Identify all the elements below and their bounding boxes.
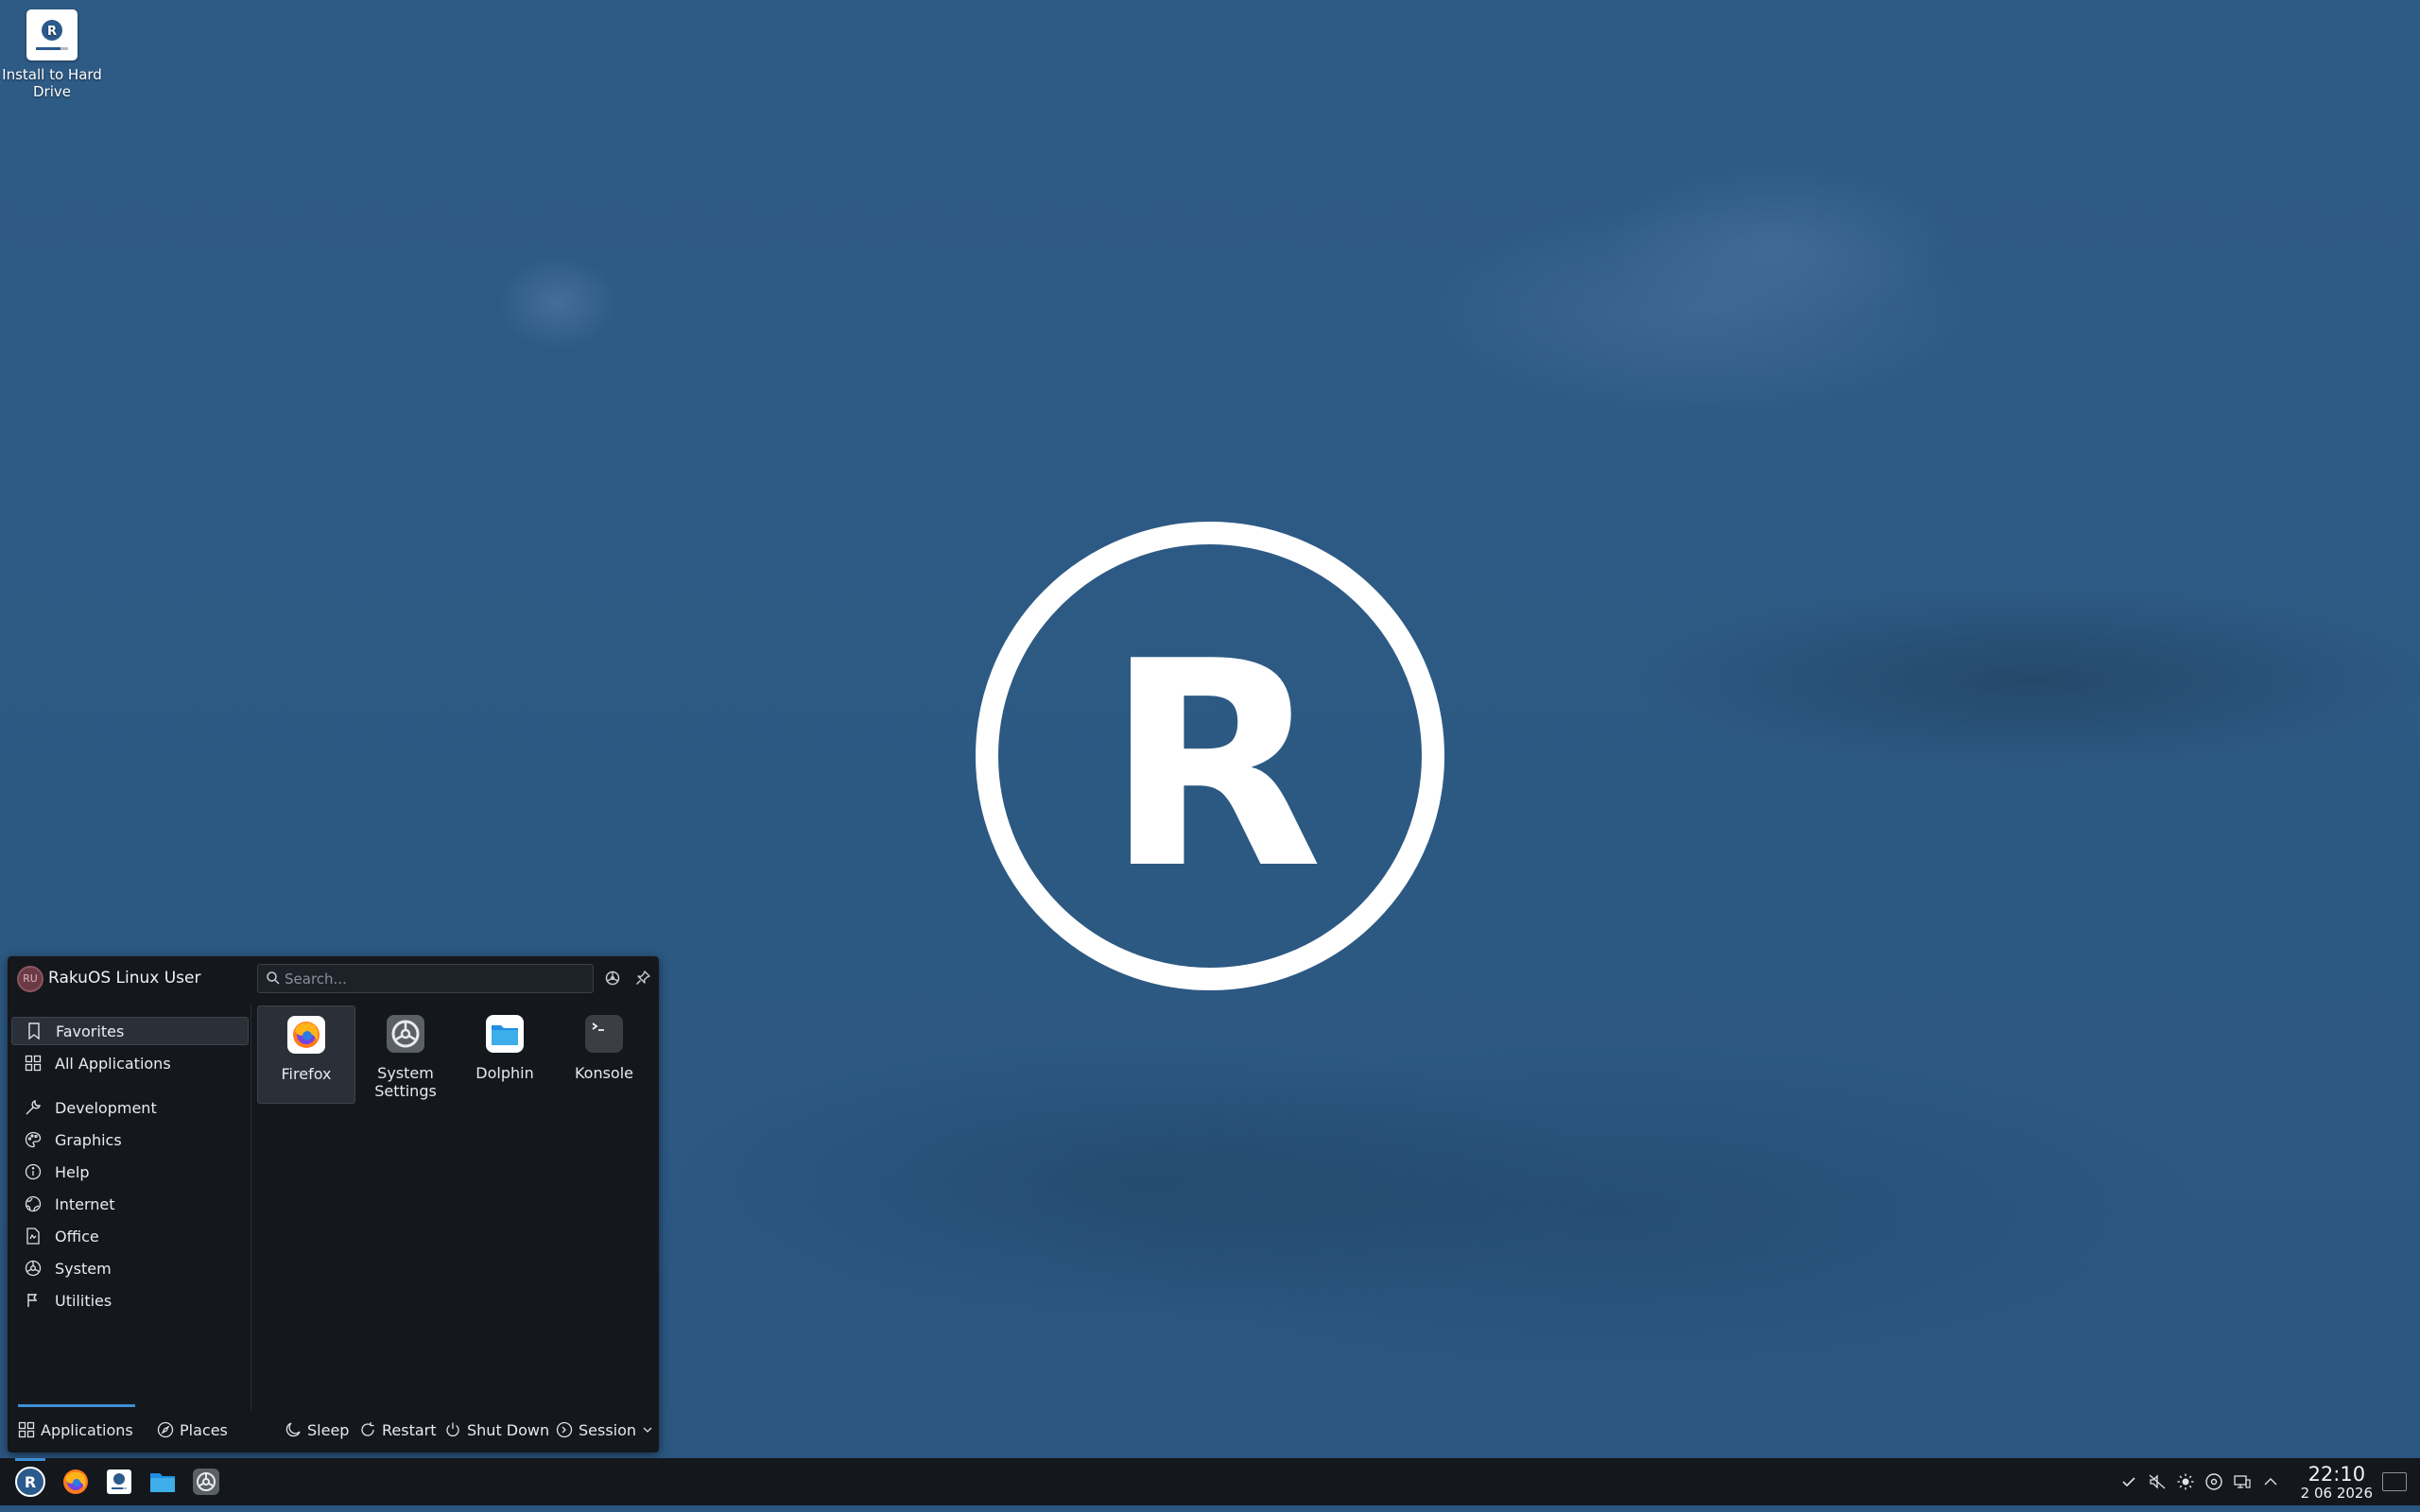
- rakuos-wallpaper-logo: R: [976, 522, 1444, 990]
- app-tile-label: System Settings: [374, 1064, 437, 1100]
- session-button[interactable]: Session: [556, 1418, 659, 1442]
- launcher-footer: Applications Places Sleep Restart Shut D…: [8, 1404, 659, 1452]
- search-input[interactable]: [285, 968, 587, 989]
- sidebar-item-label: Development: [55, 1098, 157, 1117]
- volume-muted-icon[interactable]: [2148, 1472, 2167, 1491]
- sidebar-item-help[interactable]: Help: [11, 1158, 249, 1186]
- app-tile-label: Konsole: [574, 1064, 634, 1082]
- sidebar-item-label: System: [55, 1259, 112, 1278]
- avatar[interactable]: RU: [17, 966, 43, 992]
- tab-applications[interactable]: Applications: [18, 1404, 135, 1442]
- sidebar-item-favorites[interactable]: Favorites: [11, 1017, 249, 1045]
- chevron-up-icon[interactable]: [2261, 1472, 2280, 1491]
- disc-icon[interactable]: [2204, 1472, 2223, 1491]
- sidebar-item-label: Help: [55, 1162, 90, 1181]
- restart-icon: [361, 1422, 374, 1436]
- search-icon: [267, 971, 280, 985]
- terminal-icon: [585, 1015, 623, 1053]
- restart-button[interactable]: Restart: [359, 1418, 437, 1442]
- shutdown-label: Shut Down: [467, 1420, 550, 1439]
- desktop-icon-install[interactable]: R Install to Hard Drive: [2, 9, 102, 100]
- grid-icon: [24, 1054, 43, 1073]
- app-tile-label: Dolphin: [475, 1064, 534, 1082]
- desktop-icon-label: Install to Hard Drive: [2, 66, 102, 100]
- tab-places[interactable]: Places: [157, 1418, 228, 1442]
- app-tile-dolphin[interactable]: Dolphin: [456, 1005, 554, 1104]
- info-icon: [24, 1162, 43, 1181]
- sidebar-item-office[interactable]: Office: [11, 1222, 249, 1250]
- sidebar-item-graphics[interactable]: Graphics: [11, 1125, 249, 1154]
- sleep-button[interactable]: Sleep: [285, 1418, 349, 1442]
- clock-date: 2 06 2026: [2300, 1485, 2373, 1502]
- session-icon: [556, 1421, 573, 1438]
- firefox-icon: [287, 1016, 325, 1054]
- system-settings-icon: [387, 1015, 424, 1053]
- pin-icon[interactable]: [632, 968, 653, 988]
- grid-icon: [18, 1421, 35, 1438]
- restart-label: Restart: [382, 1420, 437, 1439]
- installer-icon[interactable]: [104, 1467, 134, 1497]
- svg-text:R: R: [25, 1473, 36, 1491]
- sidebar-item-label: All Applications: [55, 1054, 171, 1073]
- sidebar-item-all-applications[interactable]: All Applications: [11, 1049, 249, 1077]
- chevron-down-icon: [643, 1427, 652, 1433]
- session-label: Session: [579, 1420, 637, 1439]
- clock-time: 22:10: [2308, 1463, 2366, 1486]
- tools-icon: [24, 1291, 43, 1310]
- folder-icon: [486, 1015, 524, 1053]
- network-icon[interactable]: [2233, 1472, 2252, 1491]
- sleep-label: Sleep: [307, 1420, 350, 1439]
- tab-label: Applications: [41, 1420, 133, 1439]
- svg-text:R: R: [1104, 601, 1322, 931]
- sidebar-item-development[interactable]: Development: [11, 1093, 249, 1122]
- system-settings-icon[interactable]: [191, 1467, 221, 1497]
- configure-icon[interactable]: [602, 968, 623, 988]
- shutdown-button[interactable]: Shut Down: [444, 1418, 549, 1442]
- dolphin-icon[interactable]: [147, 1467, 178, 1497]
- settings-icon: [24, 1259, 43, 1278]
- app-tile-system-settings[interactable]: System Settings: [356, 1005, 455, 1104]
- launcher-header: RU RakuOS Linux User: [8, 956, 659, 998]
- firefox-icon[interactable]: [60, 1467, 91, 1497]
- power-icon: [446, 1422, 459, 1436]
- document-icon: [24, 1227, 43, 1246]
- start-menu-button[interactable]: R: [13, 1458, 47, 1499]
- svg-text:R: R: [47, 25, 57, 39]
- compass-icon: [157, 1421, 174, 1438]
- user-name: RakuOS Linux User: [48, 969, 201, 988]
- app-tile-konsole[interactable]: Konsole: [555, 1005, 653, 1104]
- sidebar-item-internet[interactable]: Internet: [11, 1190, 249, 1218]
- sleep-icon: [285, 1422, 301, 1437]
- sidebar-item-label: Favorites: [56, 1022, 125, 1040]
- sidebar-item-label: Graphics: [55, 1130, 122, 1149]
- sidebar-item-system[interactable]: System: [11, 1254, 249, 1282]
- rakuos-installer-icon: R: [26, 9, 78, 60]
- globe-icon: [24, 1194, 43, 1213]
- show-desktop-button[interactable]: [2382, 1472, 2407, 1491]
- brightness-icon[interactable]: [2176, 1472, 2195, 1491]
- category-sidebar: Favorites All Applications Development G…: [8, 1004, 251, 1410]
- clock[interactable]: 22:10 2 06 2026: [2301, 1464, 2373, 1502]
- sidebar-item-label: Utilities: [55, 1291, 112, 1310]
- start-menu-icon: R: [15, 1467, 45, 1497]
- bookmark-icon: [25, 1022, 43, 1040]
- wrench-icon: [24, 1098, 43, 1117]
- check-icon[interactable]: [2119, 1472, 2138, 1491]
- sidebar-item-label: Office: [55, 1227, 99, 1246]
- tab-label: Places: [180, 1420, 228, 1439]
- app-tile-label: Firefox: [281, 1065, 332, 1083]
- sidebar-item-label: Internet: [55, 1194, 115, 1213]
- taskbar: R 22:10 2 06 2026: [0, 1458, 2420, 1505]
- palette-icon: [24, 1130, 43, 1149]
- application-launcher: RU RakuOS Linux User Favorites: [8, 956, 659, 1452]
- search-box[interactable]: [257, 964, 594, 993]
- sidebar-item-utilities[interactable]: Utilities: [11, 1286, 249, 1314]
- app-tile-firefox[interactable]: Firefox: [257, 1005, 355, 1104]
